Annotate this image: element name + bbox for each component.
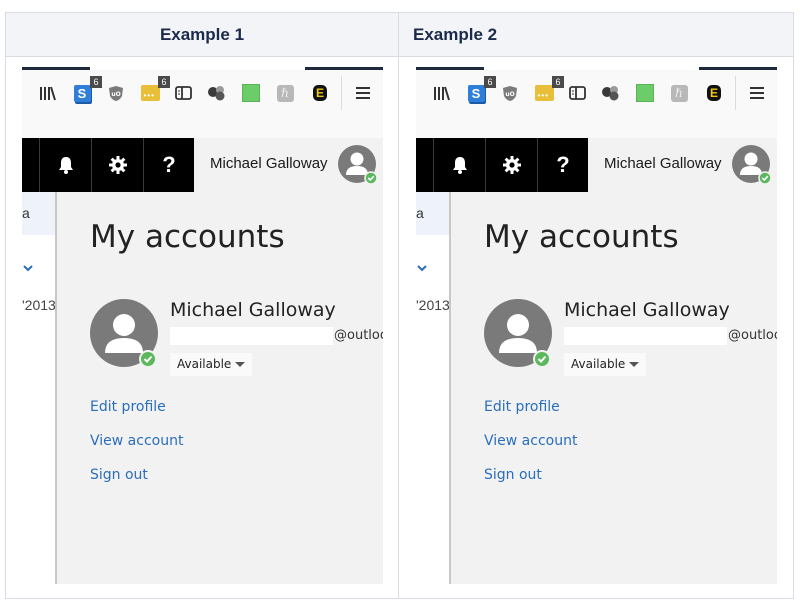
- notifications-button[interactable]: [433, 138, 485, 192]
- app-header: ? Michael Galloway: [22, 138, 383, 192]
- toolbar-separator: [735, 76, 736, 110]
- column-header-example-1: Example 1: [159, 25, 245, 44]
- presence-status-label: Available: [571, 357, 626, 371]
- edit-profile-link[interactable]: Edit profile: [90, 399, 166, 415]
- settings-button[interactable]: [485, 138, 537, 192]
- presence-available-icon: [364, 171, 378, 185]
- notification-badge: 6: [158, 76, 170, 88]
- example-1-panel: S 6 uO ••• 6 ℏ E ? Michael Galloway a '2…: [22, 57, 383, 584]
- nav-cell-partial[interactable]: [22, 138, 39, 192]
- header-avatar[interactable]: [338, 145, 378, 185]
- green-sheet-icon[interactable]: [634, 82, 656, 104]
- sidebar-item-label: a: [416, 205, 424, 221]
- h-extension-icon[interactable]: ℏ: [668, 82, 690, 104]
- help-icon: ?: [556, 152, 570, 177]
- sidebar-selected-item[interactable]: a: [22, 192, 55, 235]
- presence-available-icon: [758, 171, 772, 185]
- caret-down-icon: [235, 362, 246, 367]
- example-2-panel: S 6 uO ••• 6 ℏ E ? Michael Galloway a '2…: [416, 57, 777, 584]
- notification-badge: 6: [484, 76, 496, 88]
- svg-text:uO: uO: [111, 91, 120, 98]
- settings-button[interactable]: [91, 138, 143, 192]
- browser-toolbar: S 6 uO ••• 6 ℏ E: [416, 70, 777, 116]
- e-extension-icon[interactable]: E: [703, 82, 725, 104]
- email-redacted: [170, 327, 333, 345]
- h-extension-icon[interactable]: ℏ: [274, 82, 296, 104]
- ublock-icon[interactable]: uO: [499, 82, 521, 104]
- e-extension-icon[interactable]: E: [309, 82, 331, 104]
- caret-down-icon: [629, 362, 640, 367]
- my-accounts-pane: My accounts Michael Galloway @outlook Av…: [55, 192, 383, 584]
- presence-status-dropdown[interactable]: Available: [564, 353, 647, 376]
- email-domain: @outlook: [334, 328, 383, 343]
- chevron-down-icon[interactable]: [23, 264, 33, 272]
- account-name: Michael Galloway: [564, 299, 730, 321]
- dots-extension-icon[interactable]: ••• 6: [533, 76, 564, 104]
- column-divider: [398, 12, 399, 599]
- reader-sidebar-icon[interactable]: [172, 82, 194, 104]
- bell-icon: [58, 157, 73, 174]
- library-icon[interactable]: [37, 82, 59, 104]
- dots-extension-icon[interactable]: ••• 6: [139, 76, 170, 104]
- nav-bar: ?: [416, 138, 588, 192]
- notification-badge: 6: [552, 76, 564, 88]
- presence-status-label: Available: [177, 357, 232, 371]
- account-avatar: [484, 299, 556, 371]
- email-domain: @outlook: [728, 328, 777, 343]
- notification-badge: 6: [90, 76, 102, 88]
- bell-icon: [452, 157, 467, 174]
- help-button[interactable]: ?: [537, 138, 588, 192]
- page-title: My accounts: [484, 219, 679, 255]
- toolbar-strip: [22, 116, 383, 138]
- account-name: Michael Galloway: [170, 299, 336, 321]
- gear-icon: [502, 156, 521, 174]
- menu-icon[interactable]: [352, 82, 374, 104]
- library-icon[interactable]: [431, 82, 453, 104]
- sidebar-year-text: '2013: [22, 297, 56, 313]
- browser-toolbar: S 6 uO ••• 6 ℏ E: [22, 70, 383, 116]
- s-extension-icon[interactable]: S 6: [71, 76, 102, 104]
- sign-out-link[interactable]: Sign out: [484, 467, 542, 483]
- edit-profile-link[interactable]: Edit profile: [484, 399, 560, 415]
- folder-sidebar: a '2013: [22, 192, 56, 584]
- gear-icon: [108, 156, 127, 174]
- sidebar-selected-item[interactable]: a: [416, 192, 449, 235]
- chevron-down-icon[interactable]: [417, 264, 427, 272]
- header-user-name[interactable]: Michael Galloway: [210, 155, 328, 172]
- email-redacted: [564, 327, 727, 345]
- page-title: My accounts: [90, 219, 285, 255]
- nav-cell-partial[interactable]: [416, 138, 433, 192]
- sidebar-item-label: a: [22, 205, 30, 221]
- toolbar-separator: [341, 76, 342, 110]
- sign-out-link[interactable]: Sign out: [90, 467, 148, 483]
- reader-sidebar-icon[interactable]: [566, 82, 588, 104]
- column-header-example-2: Example 2: [413, 25, 498, 44]
- spheres-extension-icon[interactable]: [206, 82, 228, 104]
- green-sheet-icon[interactable]: [240, 82, 262, 104]
- presence-status-dropdown[interactable]: Available: [170, 353, 253, 376]
- s-extension-icon[interactable]: S 6: [465, 76, 496, 104]
- toolbar-strip: [416, 116, 777, 138]
- app-header: ? Michael Galloway: [416, 138, 777, 192]
- my-accounts-pane: My accounts Michael Galloway @outlook Av…: [449, 192, 777, 584]
- notifications-button[interactable]: [39, 138, 91, 192]
- nav-bar: ?: [22, 138, 194, 192]
- presence-available-icon: [139, 350, 157, 368]
- header-user-name[interactable]: Michael Galloway: [604, 155, 722, 172]
- presence-available-icon: [533, 350, 551, 368]
- help-button[interactable]: ?: [143, 138, 194, 192]
- sidebar-year-text: '2013: [416, 297, 450, 313]
- header-avatar[interactable]: [732, 145, 772, 185]
- view-account-link[interactable]: View account: [484, 433, 577, 449]
- folder-sidebar: a '2013: [416, 192, 450, 584]
- ublock-icon[interactable]: uO: [105, 82, 127, 104]
- help-icon: ?: [162, 152, 176, 177]
- spheres-extension-icon[interactable]: [600, 82, 622, 104]
- svg-text:uO: uO: [505, 91, 514, 98]
- view-account-link[interactable]: View account: [90, 433, 183, 449]
- account-avatar: [90, 299, 162, 371]
- menu-icon[interactable]: [746, 82, 768, 104]
